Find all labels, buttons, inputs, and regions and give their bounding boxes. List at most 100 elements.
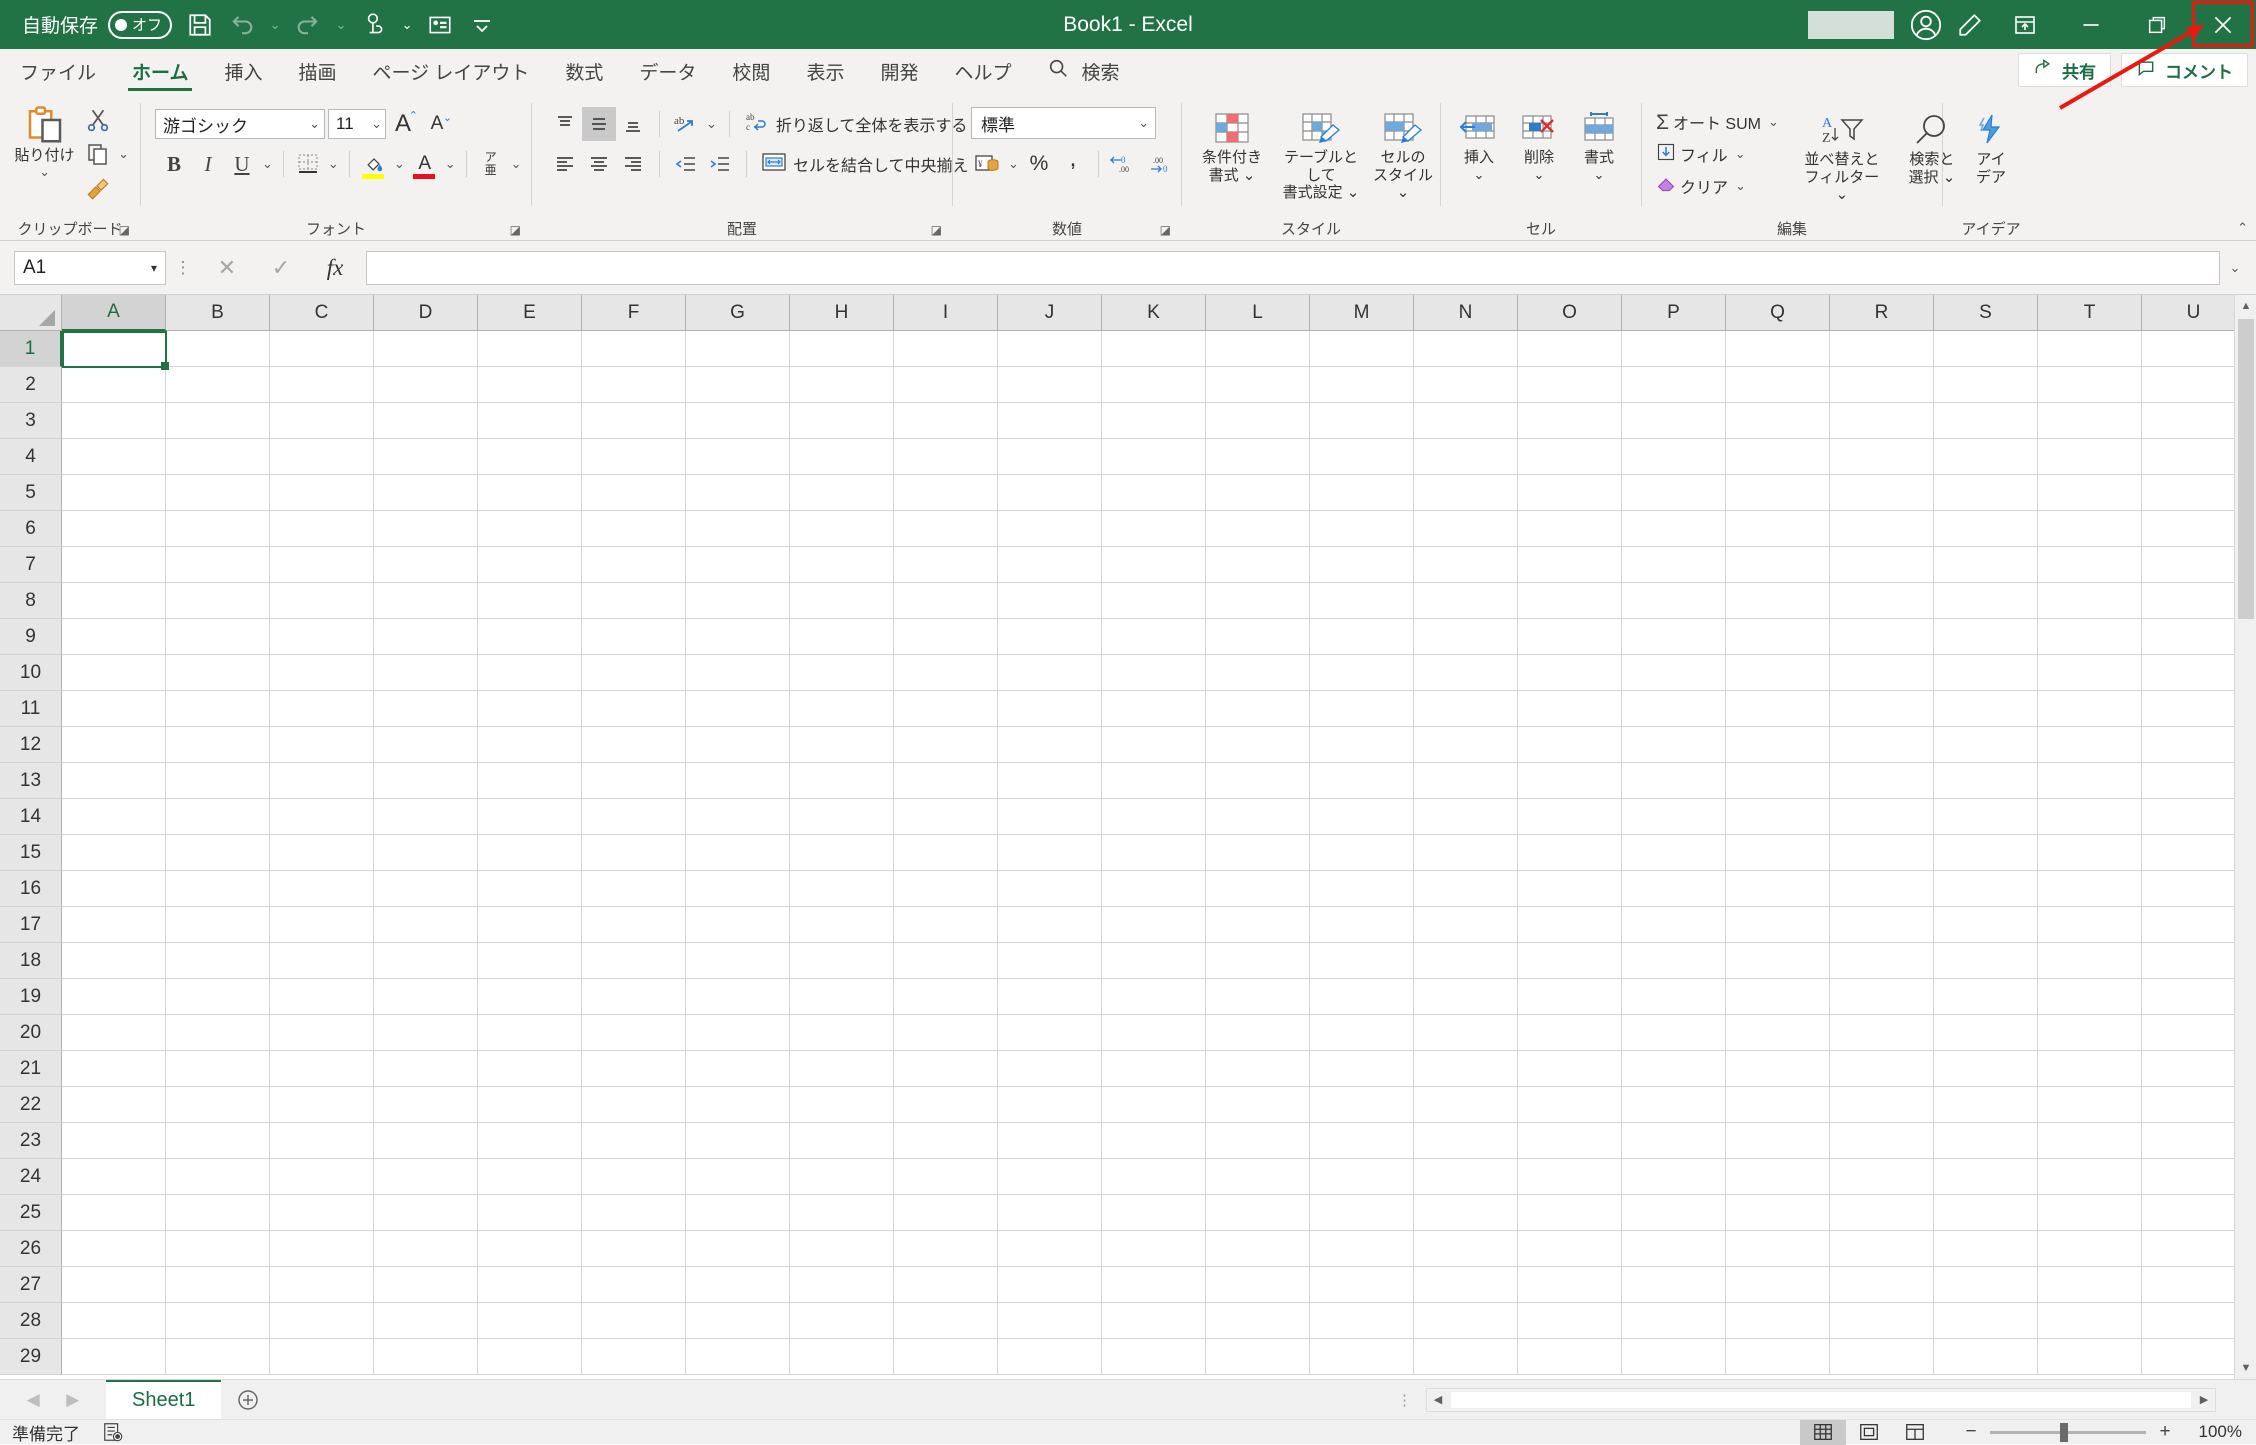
cell-H13[interactable]	[790, 763, 894, 799]
row-header-13[interactable]: 13	[0, 763, 62, 799]
cell-A2[interactable]	[62, 367, 166, 403]
cell-S28[interactable]	[1934, 1303, 2038, 1339]
paste-dropdown-icon[interactable]: ⌄	[36, 164, 53, 180]
cell-F15[interactable]	[582, 835, 686, 871]
cell-P29[interactable]	[1622, 1339, 1726, 1375]
cell-J2[interactable]	[998, 367, 1102, 403]
copy-dropdown-icon[interactable]: ⌄	[115, 137, 132, 171]
cell-M16[interactable]	[1310, 871, 1414, 907]
cell-T6[interactable]	[2038, 511, 2142, 547]
cell-U22[interactable]	[2142, 1087, 2246, 1123]
cell-G11[interactable]	[686, 691, 790, 727]
cell-T27[interactable]	[2038, 1267, 2142, 1303]
cell-T22[interactable]	[2038, 1087, 2142, 1123]
cell-G8[interactable]	[686, 583, 790, 619]
cell-G15[interactable]	[686, 835, 790, 871]
cell-J22[interactable]	[998, 1087, 1102, 1123]
cell-E8[interactable]	[478, 583, 582, 619]
cell-Q9[interactable]	[1726, 619, 1830, 655]
cell-O15[interactable]	[1518, 835, 1622, 871]
italic-button[interactable]: I	[191, 147, 225, 181]
autosum-button[interactable]: Σ オート SUM ⌄	[1650, 107, 1788, 137]
column-header-L[interactable]: L	[1206, 295, 1310, 331]
cell-N25[interactable]	[1414, 1195, 1518, 1231]
cell-M4[interactable]	[1310, 439, 1414, 475]
cell-L3[interactable]	[1206, 403, 1310, 439]
cell-K25[interactable]	[1102, 1195, 1206, 1231]
cell-E4[interactable]	[478, 439, 582, 475]
tab-data[interactable]: データ	[621, 49, 714, 93]
cell-P28[interactable]	[1622, 1303, 1726, 1339]
search-input[interactable]: 検索	[1029, 49, 1137, 93]
cell-J9[interactable]	[998, 619, 1102, 655]
cell-F2[interactable]	[582, 367, 686, 403]
cell-D14[interactable]	[374, 799, 478, 835]
cell-I19[interactable]	[894, 979, 998, 1015]
tab-developer[interactable]: 開発	[862, 49, 936, 93]
cell-D4[interactable]	[374, 439, 478, 475]
cell-J24[interactable]	[998, 1159, 1102, 1195]
vertical-scroll-thumb[interactable]	[2238, 319, 2254, 619]
cell-O19[interactable]	[1518, 979, 1622, 1015]
cell-B14[interactable]	[166, 799, 270, 835]
cell-I4[interactable]	[894, 439, 998, 475]
horizontal-scrollbar[interactable]: ◀ ▶	[1426, 1387, 2216, 1412]
cell-I9[interactable]	[894, 619, 998, 655]
cell-N8[interactable]	[1414, 583, 1518, 619]
cell-N5[interactable]	[1414, 475, 1518, 511]
cell-G25[interactable]	[686, 1195, 790, 1231]
cell-T8[interactable]	[2038, 583, 2142, 619]
cell-P10[interactable]	[1622, 655, 1726, 691]
number-format-dropdown-icon[interactable]: ⌄	[1138, 115, 1149, 131]
cell-N9[interactable]	[1414, 619, 1518, 655]
normal-view-button[interactable]	[1800, 1419, 1846, 1445]
cell-U23[interactable]	[2142, 1123, 2246, 1159]
cell-D28[interactable]	[374, 1303, 478, 1339]
cell-G4[interactable]	[686, 439, 790, 475]
cell-S12[interactable]	[1934, 727, 2038, 763]
row-header-2[interactable]: 2	[0, 367, 62, 403]
row-header-28[interactable]: 28	[0, 1303, 62, 1339]
tab-file[interactable]: ファイル	[0, 49, 114, 93]
row-header-8[interactable]: 8	[0, 583, 62, 619]
cell-T9[interactable]	[2038, 619, 2142, 655]
cell-T29[interactable]	[2038, 1339, 2142, 1375]
cell-A17[interactable]	[62, 907, 166, 943]
cell-K16[interactable]	[1102, 871, 1206, 907]
cell-J6[interactable]	[998, 511, 1102, 547]
cell-K5[interactable]	[1102, 475, 1206, 511]
cell-G1[interactable]	[686, 331, 790, 367]
wrap-text-button[interactable]: ab c 折り返して全体を表示する	[739, 107, 974, 141]
row-header-24[interactable]: 24	[0, 1159, 62, 1195]
cell-S11[interactable]	[1934, 691, 2038, 727]
cell-F10[interactable]	[582, 655, 686, 691]
cell-L7[interactable]	[1206, 547, 1310, 583]
cell-M11[interactable]	[1310, 691, 1414, 727]
cell-E15[interactable]	[478, 835, 582, 871]
cell-L24[interactable]	[1206, 1159, 1310, 1195]
cell-O6[interactable]	[1518, 511, 1622, 547]
cell-R13[interactable]	[1830, 763, 1934, 799]
cell-U3[interactable]	[2142, 403, 2246, 439]
cell-H16[interactable]	[790, 871, 894, 907]
cell-D25[interactable]	[374, 1195, 478, 1231]
cell-F9[interactable]	[582, 619, 686, 655]
cell-U6[interactable]	[2142, 511, 2246, 547]
cell-A26[interactable]	[62, 1231, 166, 1267]
increase-font-size-button[interactable]: A ⌃	[386, 107, 420, 141]
cell-K24[interactable]	[1102, 1159, 1206, 1195]
decrease-font-size-button[interactable]: A ⌄	[420, 107, 454, 141]
cell-R9[interactable]	[1830, 619, 1934, 655]
cell-H5[interactable]	[790, 475, 894, 511]
cell-J19[interactable]	[998, 979, 1102, 1015]
cell-D24[interactable]	[374, 1159, 478, 1195]
cell-C28[interactable]	[270, 1303, 374, 1339]
cell-R23[interactable]	[1830, 1123, 1934, 1159]
cell-I24[interactable]	[894, 1159, 998, 1195]
copy-button[interactable]	[81, 137, 115, 171]
cell-C16[interactable]	[270, 871, 374, 907]
cell-U1[interactable]	[2142, 331, 2246, 367]
cell-U18[interactable]	[2142, 943, 2246, 979]
cell-N3[interactable]	[1414, 403, 1518, 439]
cell-T15[interactable]	[2038, 835, 2142, 871]
